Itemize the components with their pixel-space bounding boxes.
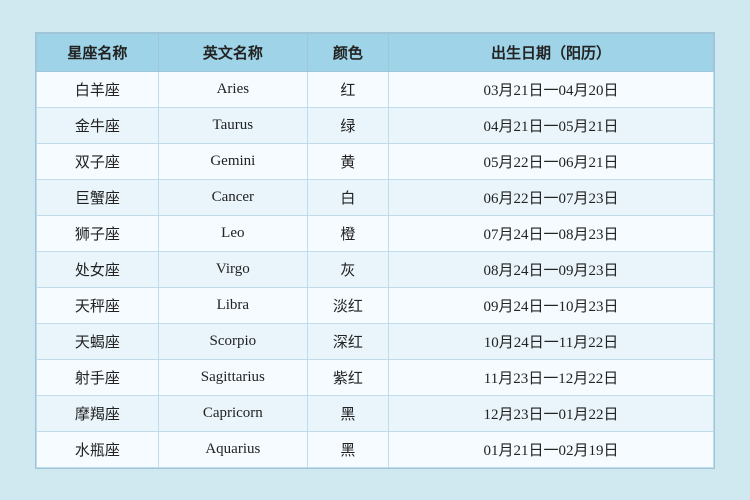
table-row: 天秤座Libra淡红09月24日一10月23日: [37, 287, 714, 323]
cell-date: 12月23日一01月22日: [389, 395, 714, 431]
table-row: 处女座Virgo灰08月24日一09月23日: [37, 251, 714, 287]
cell-english: Virgo: [158, 251, 307, 287]
cell-color: 红: [307, 71, 388, 107]
cell-color: 黑: [307, 395, 388, 431]
table-header-row: 星座名称 英文名称 颜色 出生日期（阳历）: [37, 33, 714, 71]
cell-date: 05月22日一06月21日: [389, 143, 714, 179]
cell-color: 淡红: [307, 287, 388, 323]
cell-color: 紫红: [307, 359, 388, 395]
cell-date: 01月21日一02月19日: [389, 431, 714, 467]
header-chinese: 星座名称: [37, 33, 159, 71]
cell-date: 07月24日一08月23日: [389, 215, 714, 251]
table-row: 金牛座Taurus绿04月21日一05月21日: [37, 107, 714, 143]
cell-chinese: 天蝎座: [37, 323, 159, 359]
cell-date: 09月24日一10月23日: [389, 287, 714, 323]
cell-chinese: 双子座: [37, 143, 159, 179]
cell-english: Cancer: [158, 179, 307, 215]
cell-english: Gemini: [158, 143, 307, 179]
cell-chinese: 巨蟹座: [37, 179, 159, 215]
cell-color: 橙: [307, 215, 388, 251]
table-row: 天蝎座Scorpio深红10月24日一11月22日: [37, 323, 714, 359]
table-row: 白羊座Aries红03月21日一04月20日: [37, 71, 714, 107]
table-row: 水瓶座Aquarius黑01月21日一02月19日: [37, 431, 714, 467]
table-row: 摩羯座Capricorn黑12月23日一01月22日: [37, 395, 714, 431]
header-date: 出生日期（阳历）: [389, 33, 714, 71]
cell-color: 黑: [307, 431, 388, 467]
cell-english: Aries: [158, 71, 307, 107]
cell-chinese: 射手座: [37, 359, 159, 395]
cell-date: 10月24日一11月22日: [389, 323, 714, 359]
cell-english: Sagittarius: [158, 359, 307, 395]
table-row: 巨蟹座Cancer白06月22日一07月23日: [37, 179, 714, 215]
table-row: 狮子座Leo橙07月24日一08月23日: [37, 215, 714, 251]
cell-date: 08月24日一09月23日: [389, 251, 714, 287]
cell-color: 深红: [307, 323, 388, 359]
cell-chinese: 白羊座: [37, 71, 159, 107]
cell-date: 06月22日一07月23日: [389, 179, 714, 215]
cell-english: Capricorn: [158, 395, 307, 431]
cell-chinese: 处女座: [37, 251, 159, 287]
cell-color: 灰: [307, 251, 388, 287]
zodiac-table: 星座名称 英文名称 颜色 出生日期（阳历） 白羊座Aries红03月21日一04…: [36, 33, 714, 468]
zodiac-table-container: 星座名称 英文名称 颜色 出生日期（阳历） 白羊座Aries红03月21日一04…: [35, 32, 715, 469]
cell-color: 绿: [307, 107, 388, 143]
cell-color: 白: [307, 179, 388, 215]
table-row: 射手座Sagittarius紫红11月23日一12月22日: [37, 359, 714, 395]
cell-english: Libra: [158, 287, 307, 323]
cell-chinese: 天秤座: [37, 287, 159, 323]
header-english: 英文名称: [158, 33, 307, 71]
cell-date: 04月21日一05月21日: [389, 107, 714, 143]
cell-chinese: 摩羯座: [37, 395, 159, 431]
cell-chinese: 狮子座: [37, 215, 159, 251]
header-color: 颜色: [307, 33, 388, 71]
cell-english: Taurus: [158, 107, 307, 143]
cell-english: Scorpio: [158, 323, 307, 359]
cell-chinese: 金牛座: [37, 107, 159, 143]
cell-english: Aquarius: [158, 431, 307, 467]
cell-date: 03月21日一04月20日: [389, 71, 714, 107]
cell-color: 黄: [307, 143, 388, 179]
table-body: 白羊座Aries红03月21日一04月20日金牛座Taurus绿04月21日一0…: [37, 71, 714, 467]
table-row: 双子座Gemini黄05月22日一06月21日: [37, 143, 714, 179]
cell-date: 11月23日一12月22日: [389, 359, 714, 395]
cell-english: Leo: [158, 215, 307, 251]
cell-chinese: 水瓶座: [37, 431, 159, 467]
